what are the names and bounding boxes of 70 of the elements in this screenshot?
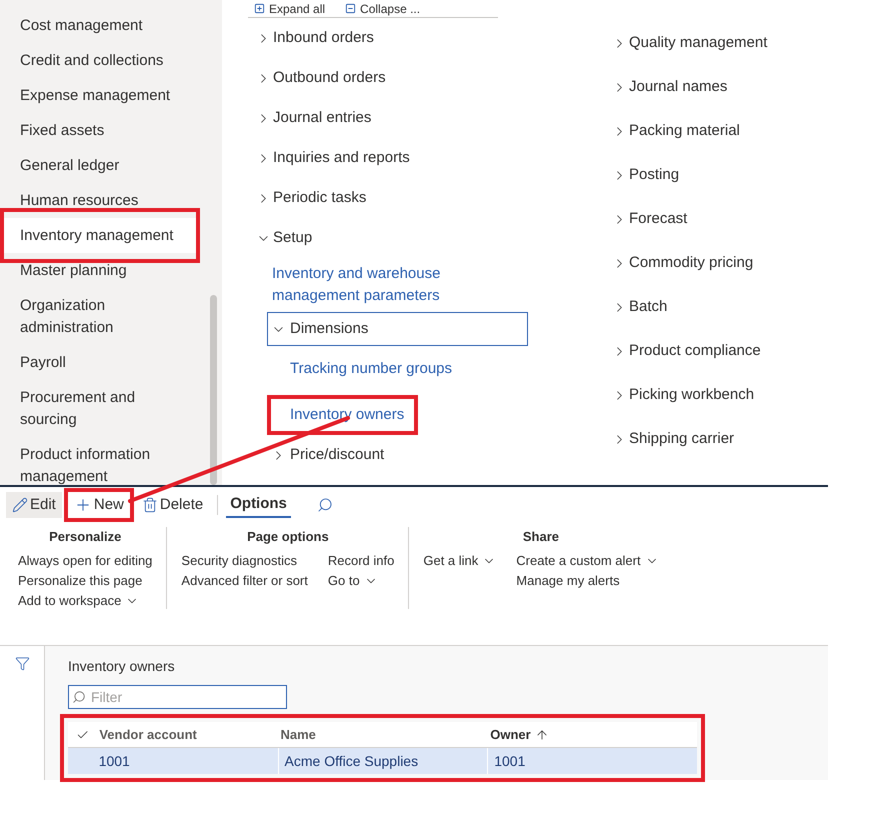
menu-section[interactable]: Batch <box>612 285 768 329</box>
new-button[interactable]: New <box>68 492 130 518</box>
sidebar-item[interactable]: Payroll <box>0 345 200 380</box>
sidebar-item[interactable]: Organization administration <box>0 288 200 345</box>
menu-command[interactable]: Create a custom alert <box>516 551 659 571</box>
menu-section[interactable]: Quality management <box>612 21 768 65</box>
sidebar-item[interactable]: Fixed assets <box>0 113 200 148</box>
menu-command[interactable]: Advanced filter or sort <box>181 571 308 591</box>
menu-command[interactable]: Always open for editing <box>18 551 152 571</box>
group-title: Personalize <box>48 528 122 546</box>
menu-section[interactable]: Inbound orders <box>248 18 612 58</box>
table-cell-text: 1001 <box>98 752 131 770</box>
table-cell: 1001 <box>487 748 697 774</box>
menu-section[interactable]: Outbound orders <box>248 58 612 98</box>
menu-section[interactable]: Inquiries and reports <box>248 138 612 178</box>
sort-ascending-icon <box>534 728 549 742</box>
filter-icon[interactable] <box>14 656 30 671</box>
menu-section[interactable]: Commodity pricing <box>612 241 768 285</box>
pencil-icon <box>12 497 28 513</box>
toolbar-button[interactable]: Collapse ... <box>345 2 420 14</box>
filter-field[interactable]: Filter <box>68 685 287 709</box>
sidebar-item[interactable]: Human resources <box>0 183 200 218</box>
trash-icon <box>142 497 158 513</box>
options-tab[interactable]: Options <box>226 492 291 518</box>
column-header[interactable]: Name <box>278 724 488 744</box>
menu-section[interactable]: Journal names <box>612 65 768 109</box>
edit-button[interactable]: Edit <box>6 492 62 518</box>
grid-row[interactable]: 1001 Acme Office Supplies 1001 <box>68 748 697 774</box>
delete-button[interactable]: Delete <box>136 492 210 518</box>
expand-icon <box>254 3 265 14</box>
search-icon <box>72 690 86 704</box>
menu-command[interactable]: Manage my alerts <box>516 571 659 591</box>
sidebar-item[interactable]: Master planning <box>0 253 200 288</box>
menu-section[interactable]: Shipping carrier <box>612 417 768 461</box>
menu-link[interactable]: Inventory owners <box>290 404 404 426</box>
sidebar-item[interactable]: Procurement and sourcing <box>0 380 200 437</box>
menu-section[interactable]: Product compliance <box>612 329 768 373</box>
menu-section[interactable]: Forecast <box>612 197 768 241</box>
menu-section[interactable]: Picking workbench <box>612 373 768 417</box>
sidebar-item[interactable]: General ledger <box>0 148 200 183</box>
sidebar-item[interactable]: Cost management <box>0 8 200 43</box>
sidebar-item[interactable]: Credit and collections <box>0 43 200 78</box>
menu-command[interactable]: Security diagnostics <box>181 551 308 571</box>
menu-section[interactable]: Periodic tasks <box>248 178 612 218</box>
grid-title: Inventory owners <box>68 657 176 676</box>
menu-section[interactable]: Packing material <box>612 109 768 153</box>
scrollbar-thumb[interactable] <box>210 295 217 485</box>
sidebar-item[interactable]: Inventory management <box>4 218 196 253</box>
menu-command[interactable]: Personalize this page <box>18 571 152 591</box>
menu-group[interactable]: Dimensions <box>267 312 528 346</box>
menu-section[interactable]: Setup <box>248 218 612 258</box>
column-header[interactable]: Owner <box>488 724 697 744</box>
sidebar-item[interactable]: Product information management <box>0 437 200 485</box>
menu-link[interactable]: Inventory and warehouse management parameters <box>272 263 508 307</box>
menu-link[interactable]: Tracking number groups <box>290 358 452 380</box>
menu-command[interactable]: Go to <box>328 571 394 591</box>
menu-group[interactable]: Price/discount <box>267 438 528 472</box>
collapse-icon <box>345 3 356 14</box>
toolbar-button[interactable]: Expand all <box>254 2 326 14</box>
menu-command[interactable]: Record info <box>328 551 394 571</box>
menu-command[interactable]: Add to workspace <box>18 591 152 611</box>
column-header[interactable]: Vendor account <box>97 724 278 744</box>
group-title: Page options <box>246 528 330 546</box>
menu-section[interactable]: Posting <box>612 153 768 197</box>
group-title: Share <box>522 528 560 546</box>
menu-command[interactable]: Get a link <box>423 551 496 571</box>
menu-section[interactable]: Journal entries <box>248 98 612 138</box>
sidebar-item[interactable]: Expense management <box>0 78 200 113</box>
search-icon <box>316 497 333 513</box>
table-cell: Acme Office Supplies <box>278 748 488 774</box>
